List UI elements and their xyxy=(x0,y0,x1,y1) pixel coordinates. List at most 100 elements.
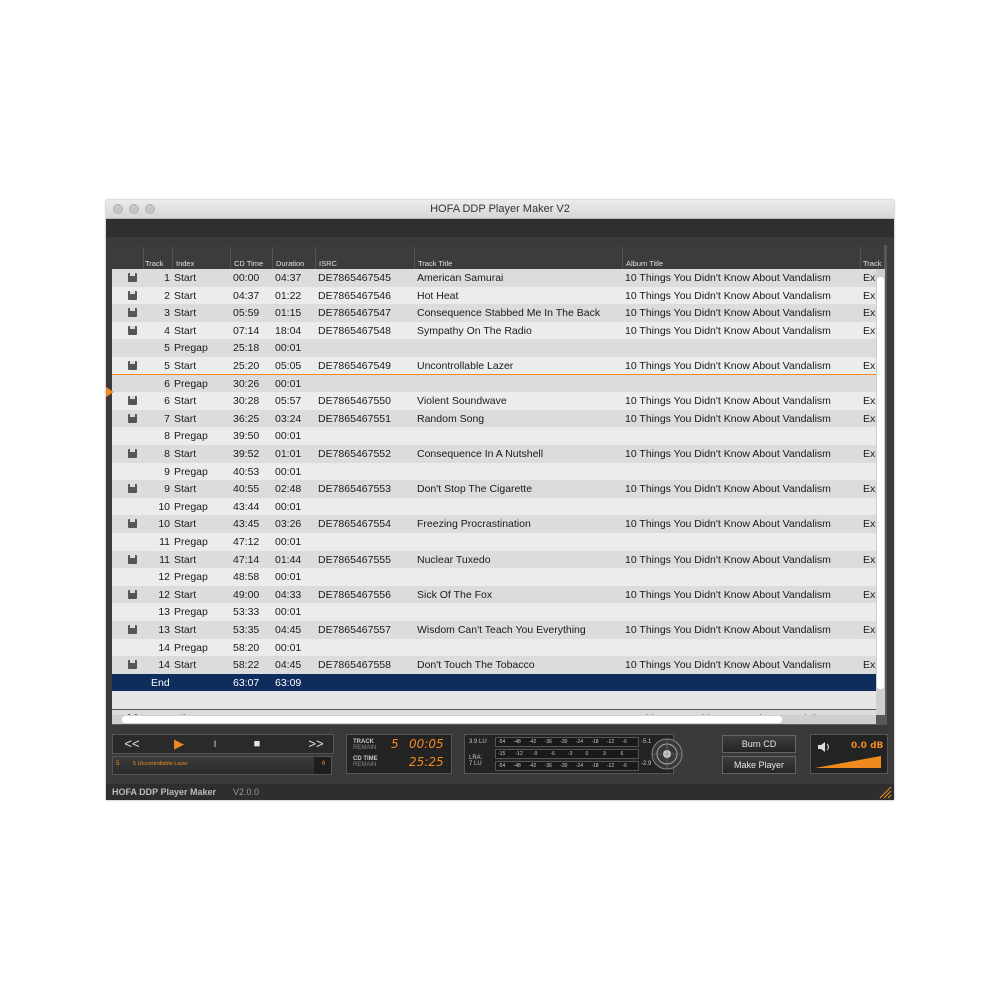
table-row[interactable]: 8 Start 39:52 01:01 DE7865467552 Consequence … xyxy=(112,445,876,463)
table-row[interactable]: 9 Start 40:55 02:48 DE7865467553 Don't Stop T… xyxy=(112,480,876,498)
speaker-icon xyxy=(818,742,829,752)
table-row[interactable]: 4 Start 07:14 18:04 DE7865467548 Sympathy On … xyxy=(112,321,876,340)
cell-extra: Exp xyxy=(863,289,876,302)
cell-album: 10 Things You Didn't Know About Vandalis… xyxy=(625,324,831,337)
cell-album: 10 Things You Didn't Know About Vandalis… xyxy=(625,659,831,672)
cell-track: 10 xyxy=(158,518,170,531)
cell-duration: 03:24 xyxy=(275,412,302,425)
col-cdtime-header[interactable]: CD Time xyxy=(234,259,263,268)
cell-cdtime: 53:33 xyxy=(233,606,260,619)
rewind-button[interactable]: << xyxy=(117,735,147,753)
end-row[interactable]: End 63:07 63:09 xyxy=(112,673,876,692)
column-separator xyxy=(143,247,144,269)
cue-button[interactable]: I xyxy=(209,735,221,753)
table-row[interactable]: 10 Start 43:45 03:26 DE7865467554 Freezing Pr… xyxy=(112,515,876,533)
cell-track: 6 xyxy=(164,395,170,408)
cell-cdtime: 40:53 xyxy=(233,465,260,478)
cell-track: 11 xyxy=(159,553,170,566)
table-row[interactable]: 9 Pregap 40:53 00:01 xyxy=(112,462,876,481)
table-row[interactable]: 13 Pregap 53:33 00:01 xyxy=(112,603,876,621)
meter-tick-label: -24 xyxy=(575,739,583,745)
meter-tick-label: -54 xyxy=(498,739,506,745)
meter-tick-label: -12 xyxy=(606,739,615,745)
lra-value: 7 LU xyxy=(469,761,482,767)
cell-cdtime: 25:18 xyxy=(233,342,260,355)
track-progress-bar[interactable]: 5 5 Uncontrollable Lazer 6 xyxy=(112,756,332,775)
volume-slider[interactable] xyxy=(815,755,883,769)
col-duration-header[interactable]: Duration xyxy=(276,259,304,268)
horizontal-scrollbar[interactable] xyxy=(112,715,876,724)
cell-title: Uncontrollable Lazer xyxy=(417,360,514,372)
scrollbar-thumb[interactable] xyxy=(877,277,884,689)
save-icon xyxy=(128,325,137,335)
cell-index: Start xyxy=(174,624,197,636)
table-row[interactable]: 3 Start 05:59 01:15 DE7865467547 Consequence … xyxy=(112,304,876,322)
table-row[interactable]: 5 Start 25:20 05:05 DE7865467549 Uncontrollab… xyxy=(112,357,876,375)
table-row[interactable]: 7 Start 36:25 03:24 DE7865467551 Random Song 1… xyxy=(112,409,876,428)
table-row[interactable]: 14 Start 58:22 04:45 DE7865467558 Don't Touch… xyxy=(112,656,876,674)
scrollbar-thumb[interactable] xyxy=(122,716,782,723)
col-album-header[interactable]: Album Title xyxy=(626,259,663,268)
save-icon xyxy=(128,554,137,564)
table-row[interactable]: 5 Pregap 25:18 00:01 xyxy=(112,339,876,357)
table-row[interactable]: 14 Pregap 58:20 00:01 xyxy=(112,638,876,657)
fast-forward-button[interactable]: >> xyxy=(301,735,331,753)
meter-tick-label: -6 xyxy=(550,751,555,757)
cell-cdtime: 58:22 xyxy=(233,659,260,672)
table-row[interactable]: 8 Pregap 39:50 00:01 xyxy=(112,427,876,445)
make-player-button[interactable]: Make Player xyxy=(722,756,796,774)
cell-index: Start xyxy=(174,483,197,496)
cell-title: Consequence Stabbed Me In The Back xyxy=(417,307,601,320)
column-separator xyxy=(172,247,173,269)
cell-extra: Exp xyxy=(863,412,876,425)
table-row[interactable]: 12 Start 49:00 04:33 DE7865467556 Sick Of The… xyxy=(112,585,876,604)
cell-cdtime: 30:26 xyxy=(233,377,260,390)
cell-index: Start xyxy=(174,448,197,460)
table-row[interactable]: 11 Start 47:14 01:44 DE7865467555 Nuclear Tux… xyxy=(112,550,876,569)
col-title-header[interactable]: Track Title xyxy=(418,259,452,268)
cell-duration: 01:22 xyxy=(275,289,302,302)
table-row[interactable]: 10 Pregap 43:44 00:01 xyxy=(112,497,876,516)
cell-extra: Exp xyxy=(863,360,876,372)
status-app-name: HOFA DDP Player Maker xyxy=(112,787,217,797)
stop-button[interactable]: ■ xyxy=(247,735,267,753)
phase-dial-icon[interactable] xyxy=(651,737,685,771)
col-index-header[interactable]: Index xyxy=(176,259,194,268)
cell-cdtime: 30:28 xyxy=(233,395,260,408)
column-separator xyxy=(315,247,316,269)
cell-cdtime: 58:20 xyxy=(233,641,260,654)
table-row[interactable]: 6 Pregap 30:26 00:01 xyxy=(112,374,876,393)
cell-index: Start xyxy=(174,272,197,284)
column-separator xyxy=(272,247,273,269)
col-track-header[interactable]: Track xyxy=(145,259,163,268)
table-row[interactable]: 1 Start 00:00 04:37 DE7865467545 American Sam… xyxy=(112,269,876,287)
cell-duration: 01:44 xyxy=(275,553,302,566)
cell-album: 10 Things You Didn't Know About Vandalis… xyxy=(625,553,831,566)
playhead-line xyxy=(112,373,876,375)
meter-tick-label: 3 xyxy=(603,751,606,757)
meter-scale-top: -54 -48 -42 -36 -30 -24 -18 -12 -6 xyxy=(495,737,639,747)
meter-tick-label: -30 xyxy=(560,763,568,769)
cell-album: 10 Things You Didn't Know About Vandalis… xyxy=(625,588,831,601)
table-row[interactable]: 11 Pregap 47:12 00:01 xyxy=(112,533,876,551)
cell-cdtime: 49:00 xyxy=(233,588,260,601)
volume-control[interactable]: 0.0 dB xyxy=(810,734,888,774)
burn-cd-button[interactable]: Burn CD xyxy=(722,735,796,753)
table-row[interactable]: 2 Start 04:37 01:22 DE7865467546 Hot Heat 10 T… xyxy=(112,286,876,305)
play-button[interactable]: ▶ xyxy=(169,735,189,753)
resize-grip-icon[interactable] xyxy=(878,786,892,799)
table-row[interactable]: 12 Pregap 48:58 00:01 xyxy=(112,568,876,586)
table-row[interactable]: 6 Start 30:28 05:57 DE7865467550 Violent Soun… xyxy=(112,392,876,410)
table-row[interactable]: 13 Start 53:35 04:45 DE7865467557 Wisdom Can'… xyxy=(112,621,876,639)
cell-title: Freezing Procrastination xyxy=(417,518,531,531)
playhead-marker[interactable] xyxy=(106,387,114,397)
cell-index: Start xyxy=(174,307,197,320)
cell-cdtime: 48:58 xyxy=(233,571,260,584)
cell-duration: 04:45 xyxy=(275,659,302,672)
save-icon xyxy=(128,484,137,494)
vertical-scrollbar[interactable] xyxy=(876,269,885,715)
col-isrc-header[interactable]: ISRC xyxy=(319,259,337,268)
meter-tick-label: -54 xyxy=(498,763,506,769)
col-extra-header[interactable]: Track xyxy=(863,259,881,268)
cell-isrc: DE7865467556 xyxy=(318,588,391,601)
